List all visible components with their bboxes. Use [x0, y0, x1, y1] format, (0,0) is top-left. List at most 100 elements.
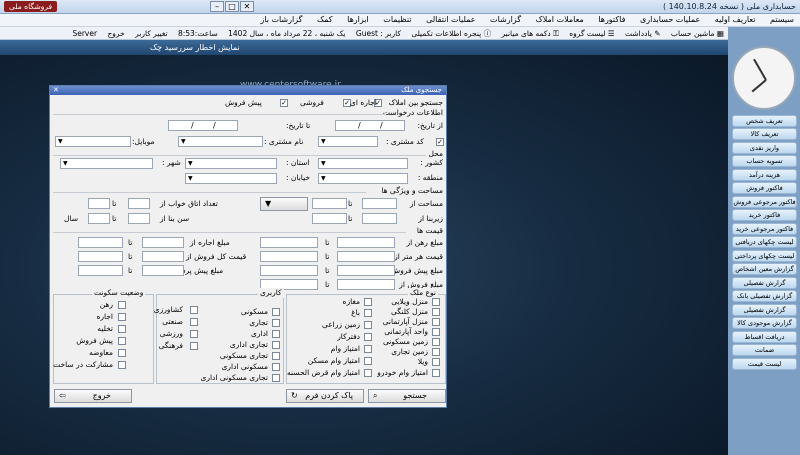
menu-invoices[interactable]: فاکتورها [592, 14, 631, 25]
sidebar-item-purchase-invoice[interactable]: فاکتور خرید [732, 209, 797, 221]
floor-from-input[interactable] [362, 213, 397, 224]
meter-price-from-input[interactable] [337, 251, 395, 262]
kind-housing-loan-checkbox[interactable] [364, 357, 372, 365]
sidebar-item-received-checks[interactable]: لیست چکهای دریافتی [732, 236, 797, 248]
deposit-to-input[interactable] [260, 237, 318, 248]
sidebar-item-person-detail[interactable]: گزارش تفصیلی اشخاص [732, 277, 797, 289]
street-select[interactable]: ▼ [185, 173, 277, 184]
kind-loan-checkbox[interactable] [364, 345, 372, 353]
bedrooms-to-input[interactable] [88, 198, 110, 209]
area-from-input[interactable] [362, 198, 397, 209]
kind-old-house-checkbox[interactable] [432, 308, 440, 316]
usage-commercial-checkbox[interactable] [272, 319, 280, 327]
usage-industrial-checkbox[interactable] [190, 318, 198, 326]
customer-name-select[interactable]: ▼ [178, 136, 263, 147]
country-select[interactable]: ▼ [318, 158, 408, 169]
sidebar-item-cash-detail[interactable]: گزارش تفصیلی صندوق [732, 304, 797, 316]
sidebar-item-paid-checks[interactable]: لیست چکهای پرداختی [732, 250, 797, 262]
meter-price-to-input[interactable] [260, 251, 318, 262]
sidebar-item-inventory[interactable]: گزارش موجودی کالا [732, 317, 797, 329]
sidebar-item-expense-income[interactable]: هزینه درآمد [732, 169, 797, 181]
sidebar-item-bank-detail[interactable]: گزارش تفصیلی بانک [732, 290, 797, 302]
region-select[interactable]: ▼ [318, 173, 408, 184]
type-presale-checkbox[interactable]: ✓ [280, 99, 288, 107]
rent-to-input[interactable] [78, 237, 123, 248]
to-date-input[interactable]: / / [168, 120, 238, 131]
close-button[interactable]: ✕ [240, 1, 254, 12]
prepay-from-input[interactable] [142, 265, 184, 276]
sidebar-item-settlement[interactable]: تسویه حساب [732, 155, 797, 167]
age-from-input[interactable] [128, 213, 150, 224]
kind-apartment-house-checkbox[interactable] [432, 318, 440, 326]
sidebar-item-person-ledger[interactable]: گزارش معین اشخاص [732, 263, 797, 275]
sidebar-item-guarantee[interactable]: ضمانت [732, 344, 797, 356]
kind-garden-checkbox[interactable] [364, 309, 372, 317]
usage-commercial-office-checkbox[interactable] [272, 341, 280, 349]
sidebar-item-sale-return[interactable]: فاکتور مرجوعی فروش [732, 196, 797, 208]
city-select[interactable]: ▼ [60, 158, 153, 169]
presale-from-input[interactable] [337, 265, 395, 276]
usage-all-checkbox[interactable] [272, 374, 280, 382]
maximize-button[interactable]: □ [225, 1, 239, 12]
shortcuts-button[interactable]: ⚿ دکمه های میانبر [498, 28, 563, 40]
sidebar-item-sale-invoice[interactable]: فاکتور فروش [732, 182, 797, 194]
status-partnership-checkbox[interactable] [118, 361, 126, 369]
menu-reports[interactable]: گزارشات [484, 14, 527, 25]
sidebar-item-define-goods[interactable]: تعریف کالا [732, 128, 797, 140]
menu-help[interactable]: کمک [311, 14, 339, 25]
notes-button[interactable]: ✎ یادداشت [621, 28, 664, 39]
extra-info-button[interactable]: ⓘ پنجره اطلاعات تکمیلی [407, 27, 495, 40]
sidebar-item-price-list[interactable]: لیست قیمت [732, 358, 797, 370]
sidebar-item-installments[interactable]: دریافت اقساط [732, 331, 797, 343]
presale-to-input[interactable] [260, 265, 318, 276]
sidebar-item-define-person[interactable]: تعریف شخص [732, 115, 797, 127]
minimize-button[interactable]: – [210, 1, 224, 12]
sidebar-item-purchase-return[interactable]: فاکتور مرجوعی خرید [732, 223, 797, 235]
menu-real-estate[interactable]: معاملات املاک [530, 14, 590, 25]
area-to-input[interactable] [312, 198, 347, 209]
usage-residential-office-checkbox[interactable] [272, 363, 280, 371]
menu-accounting[interactable]: عملیات حسابداری [634, 14, 706, 25]
customer-code-select[interactable]: ▼ [318, 136, 378, 147]
kind-villa2-checkbox[interactable] [432, 358, 440, 366]
prepay-to-input[interactable] [78, 265, 123, 276]
sidebar-item-cash-deposit[interactable]: واریز نقدی [732, 142, 797, 154]
group-list-button[interactable]: ☰ لیست گروه [565, 28, 618, 39]
usage-sport-checkbox[interactable] [190, 330, 198, 338]
province-select[interactable]: ▼ [185, 158, 277, 169]
status-vacant-checkbox[interactable] [118, 325, 126, 333]
menu-system[interactable]: سیستم [764, 14, 800, 25]
kind-shop-checkbox[interactable] [364, 298, 372, 306]
exit-button[interactable]: ⇦ خروج [54, 389, 132, 403]
sale-price-from-input[interactable] [337, 279, 395, 290]
clear-form-button[interactable]: ↻ پاک کردن فرم [286, 389, 364, 403]
menu-definitions[interactable]: تعاریف اولیه [709, 14, 762, 25]
usage-residential-checkbox[interactable] [272, 308, 280, 316]
rent-from-input[interactable] [142, 237, 184, 248]
kind-residential-land-checkbox[interactable] [432, 338, 440, 346]
kind-apartment-unit-checkbox[interactable] [432, 328, 440, 336]
report-bar[interactable]: نمایش اخطار سررسید چک [0, 40, 728, 55]
menu-open-reports[interactable]: گزارشات باز [254, 14, 308, 25]
menu-settings[interactable]: تنظیمات [377, 14, 417, 25]
bedrooms-from-input[interactable] [128, 198, 150, 209]
area-unit-select[interactable]: ▼ [260, 197, 308, 211]
kind-interest-free-loan-checkbox[interactable] [364, 369, 372, 377]
status-rent-checkbox[interactable] [118, 313, 126, 321]
calculator-button[interactable]: ▦ ماشین حساب [667, 28, 728, 39]
menu-tools[interactable]: ابزارها [341, 14, 375, 25]
total-price-to-input[interactable] [78, 251, 123, 262]
total-price-from-input[interactable] [142, 251, 184, 262]
kind-car-loan-checkbox[interactable] [432, 369, 440, 377]
kind-commercial-land-checkbox[interactable] [432, 348, 440, 356]
age-to-input[interactable] [88, 213, 110, 224]
from-date-input[interactable]: / / [335, 120, 405, 131]
exit-link[interactable]: خروج [103, 28, 128, 39]
dialog-close-icon[interactable]: ✕ [53, 86, 59, 95]
deposit-from-input[interactable] [337, 237, 395, 248]
kind-villa-checkbox[interactable] [432, 298, 440, 306]
change-user-button[interactable]: تغییر کاربر [131, 28, 171, 39]
status-exchange-checkbox[interactable] [118, 349, 126, 357]
mobile-select[interactable]: ▼ [55, 136, 131, 147]
floor-to-input[interactable] [312, 213, 347, 224]
